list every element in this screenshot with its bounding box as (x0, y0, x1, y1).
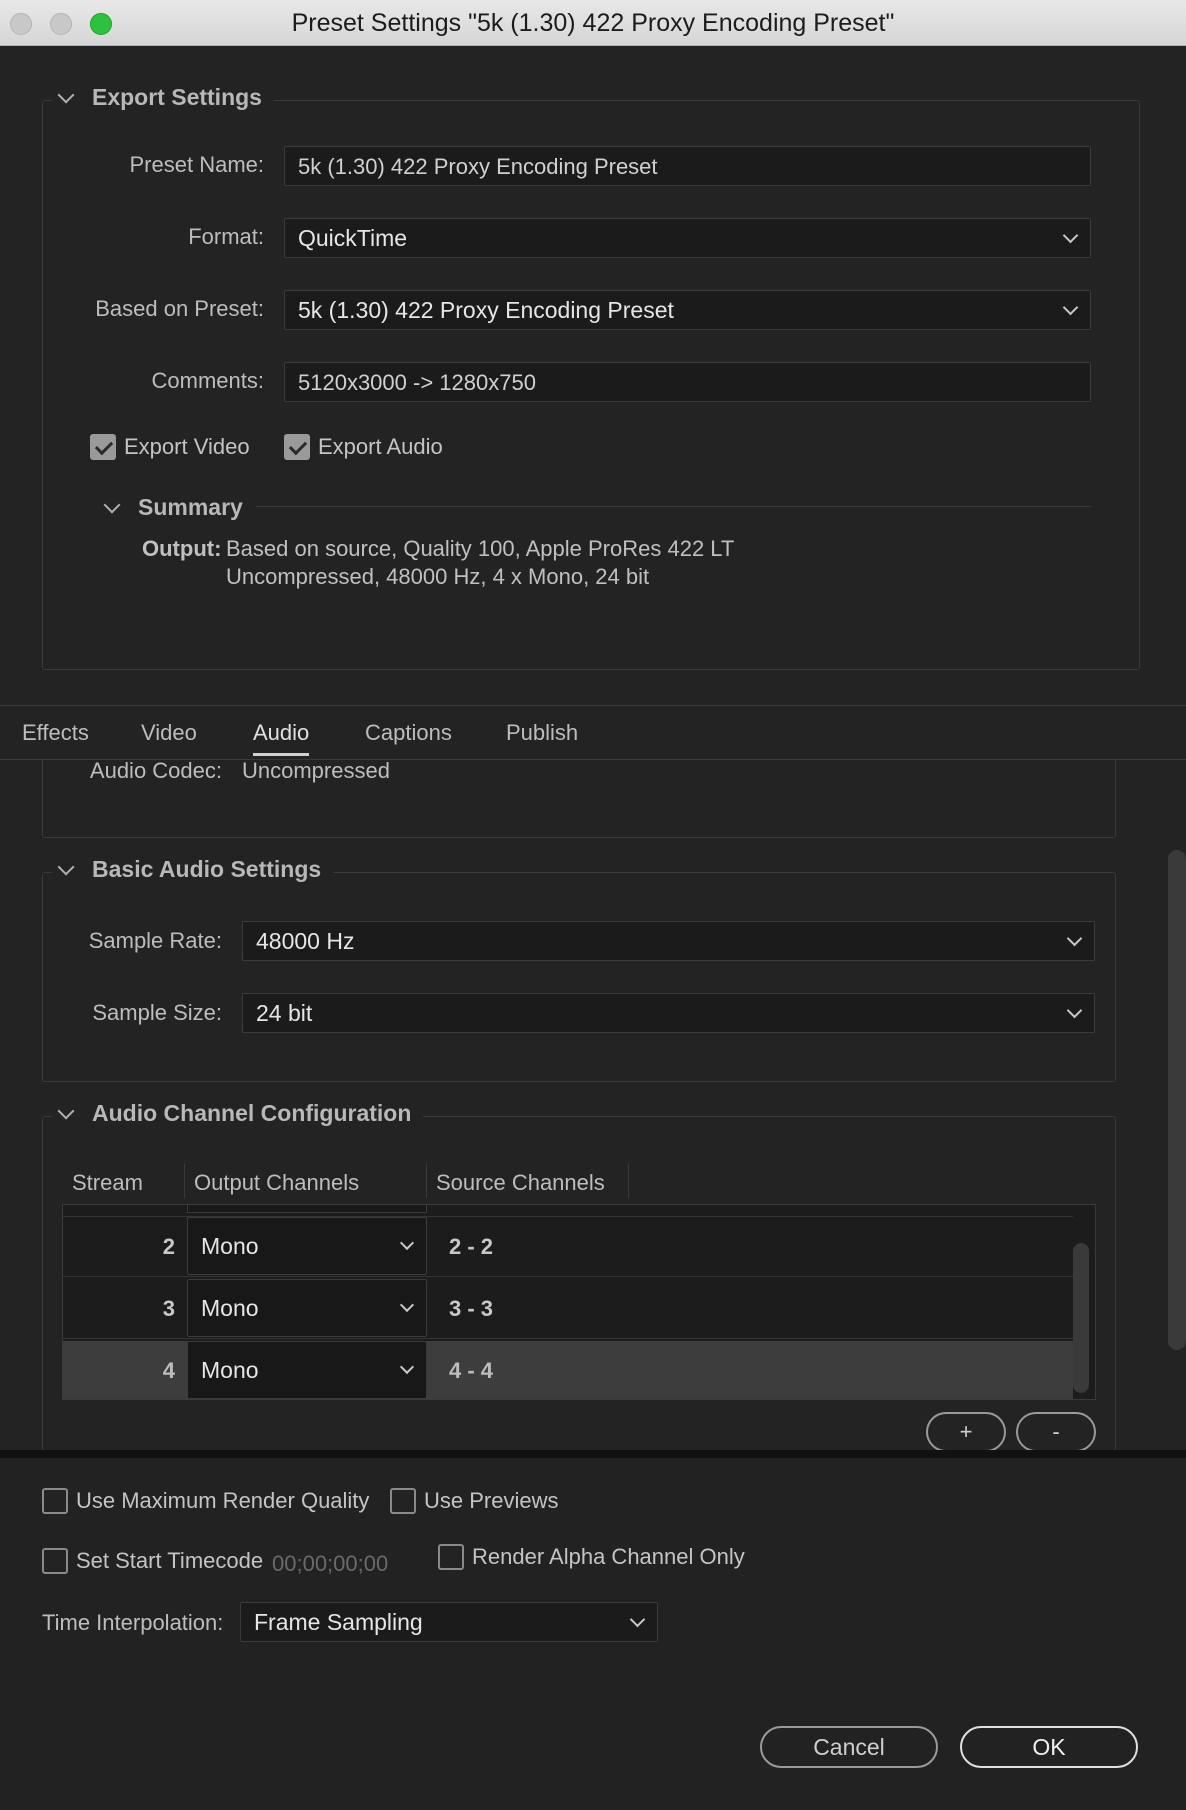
tab-audio[interactable]: Audio (253, 720, 310, 756)
remove-stream-button[interactable]: - (1016, 1412, 1096, 1450)
checkbox-unchecked-icon (438, 1544, 464, 1570)
checkbox-unchecked-icon (42, 1488, 68, 1514)
column-output-channels[interactable]: Output Channels (194, 1170, 359, 1196)
source-channels: 3 - 3 (449, 1296, 494, 1321)
summary-header[interactable]: Summary (98, 494, 255, 521)
ok-button[interactable]: OK (960, 1726, 1138, 1768)
export-audio-checkbox[interactable]: Export Audio (284, 434, 443, 460)
basic-audio-header[interactable]: Basic Audio Settings (52, 856, 334, 883)
summary-divider (256, 506, 1091, 507)
chevron-down-icon (103, 496, 121, 513)
time-interpolation-select[interactable]: Frame Sampling (240, 1602, 658, 1642)
comments-label: Comments: (151, 368, 264, 393)
preset-name-input[interactable]: 5k (1.30) 422 Proxy Encoding Preset (284, 146, 1091, 186)
format-label: Format: (188, 224, 264, 249)
tab-video[interactable]: Video (141, 720, 197, 746)
sample-size-select[interactable]: 24 bit (242, 993, 1095, 1033)
sample-rate-label: Sample Rate: (88, 928, 222, 953)
chevron-down-icon (1066, 1002, 1083, 1019)
based-on-preset-select[interactable]: 5k (1.30) 422 Proxy Encoding Preset (284, 290, 1091, 330)
title-bar: Preset Settings "5k (1.30) 422 Proxy Enc… (0, 0, 1186, 46)
output-channels-select[interactable]: Mono (187, 1279, 427, 1337)
render-alpha-only-checkbox[interactable]: Render Alpha Channel Only (438, 1544, 745, 1570)
time-interpolation-label: Time Interpolation: (42, 1610, 224, 1635)
tab-captions[interactable]: Captions (365, 720, 452, 746)
comments-input[interactable]: 5120x3000 -> 1280x750 (284, 362, 1091, 402)
column-source-channels[interactable]: Source Channels (436, 1170, 605, 1196)
column-stream[interactable]: Stream (72, 1170, 143, 1196)
table-scrollbar[interactable] (1073, 1243, 1089, 1393)
checkbox-checked-icon (284, 434, 310, 460)
source-channels: 4 - 4 (449, 1358, 494, 1383)
sample-size-label: Sample Size: (92, 1000, 222, 1025)
chevron-down-icon (1066, 930, 1083, 947)
based-on-preset-label: Based on Preset: (95, 296, 264, 321)
chevron-down-icon (57, 86, 75, 103)
summary-output-line1: Based on source, Quality 100, Apple ProR… (226, 536, 735, 561)
export-settings-panel: Export Settings Preset Name: 5k (1.30) 4… (0, 46, 1186, 706)
chevron-down-icon (57, 858, 75, 875)
tab-effects[interactable]: Effects (22, 720, 89, 746)
source-channels: 2 - 2 (449, 1234, 494, 1259)
table-row[interactable]: 2 Mono 2 - 2 (63, 1217, 1073, 1277)
table-row[interactable] (63, 1205, 1073, 1217)
summary-output-label: Output: (142, 536, 222, 561)
audio-codec-label: Audio Codec: (89, 760, 222, 783)
add-stream-button[interactable]: + (926, 1412, 1006, 1450)
window-title: Preset Settings "5k (1.30) 422 Proxy Enc… (291, 9, 895, 37)
stream-number: 2 (162, 1234, 175, 1259)
cancel-button[interactable]: Cancel (760, 1726, 938, 1768)
stream-number: 4 (162, 1358, 175, 1383)
checkbox-unchecked-icon (390, 1488, 416, 1514)
use-previews-checkbox[interactable]: Use Previews (390, 1488, 558, 1514)
summary-output-line2: Uncompressed, 48000 Hz, 4 x Mono, 24 bit (226, 564, 650, 589)
format-select[interactable]: QuickTime (284, 218, 1091, 258)
start-timecode-value: 00;00;00;00 (272, 1551, 389, 1576)
tab-publish[interactable]: Publish (506, 720, 578, 746)
export-settings-header[interactable]: Export Settings (52, 84, 274, 111)
table-row[interactable]: 4 Mono 4 - 4 (63, 1341, 1073, 1399)
chevron-down-icon (629, 1611, 646, 1628)
export-video-checkbox[interactable]: Export Video (90, 434, 250, 460)
sample-rate-select[interactable]: 48000 Hz (242, 921, 1095, 961)
audio-codec-value: Uncompressed (242, 760, 390, 783)
chevron-down-icon (1062, 299, 1079, 316)
set-start-timecode-checkbox[interactable]: Set Start Timecode (42, 1548, 263, 1574)
checkbox-unchecked-icon (42, 1548, 68, 1574)
max-render-quality-checkbox[interactable]: Use Maximum Render Quality (42, 1488, 369, 1514)
chevron-down-icon (399, 1359, 415, 1375)
output-channels-select[interactable]: Mono (187, 1341, 427, 1399)
stream-number: 3 (162, 1296, 175, 1321)
output-channels-select[interactable]: Mono (187, 1217, 427, 1275)
audio-channel-header[interactable]: Audio Channel Configuration (52, 1100, 424, 1127)
chevron-down-icon (399, 1235, 415, 1251)
chevron-down-icon (399, 1297, 415, 1313)
audio-channel-table: 2 Mono 2 - 2 3 Mono 3 - 3 4 Mono 4 - 4 (62, 1204, 1096, 1400)
render-options-panel: Use Maximum Render Quality Use Previews … (0, 1450, 1186, 1810)
checkbox-checked-icon (90, 434, 116, 460)
table-row[interactable]: 3 Mono 3 - 3 (63, 1279, 1073, 1339)
chevron-down-icon (57, 1102, 75, 1119)
settings-scrollbar[interactable] (1168, 850, 1186, 1350)
chevron-down-icon (1062, 227, 1079, 244)
preset-name-label: Preset Name: (129, 152, 265, 177)
settings-tabs: Effects Video Audio Captions Publish (0, 705, 1186, 760)
basic-audio-group (42, 872, 1116, 1082)
